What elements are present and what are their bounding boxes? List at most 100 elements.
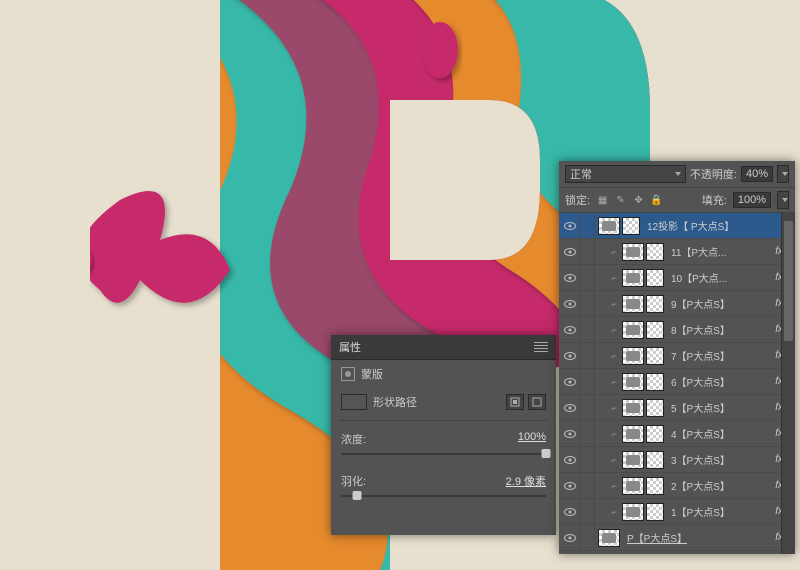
layer-name[interactable]: 6【P大点S】 [667, 374, 773, 389]
shape-thumbnail[interactable] [341, 394, 367, 410]
layer-thumbnail[interactable] [622, 295, 644, 313]
layer-thumbnail[interactable] [622, 425, 644, 443]
visibility-toggle[interactable] [559, 421, 581, 446]
layers-scrollbar[interactable] [781, 213, 795, 554]
visibility-toggle[interactable] [559, 525, 581, 550]
layer-thumbnail[interactable] [622, 347, 644, 365]
visibility-toggle[interactable] [559, 239, 581, 264]
mask-thumbnail[interactable] [646, 399, 664, 417]
mask-thumbnail[interactable] [646, 477, 664, 495]
opacity-dropdown-arrow[interactable] [777, 165, 789, 183]
layer-row[interactable]: ⌐1【P大点S】fx [559, 499, 795, 525]
visibility-toggle[interactable] [559, 317, 581, 342]
layer-name[interactable]: 9【P大点S】 [667, 296, 773, 311]
link-column [581, 447, 595, 472]
mask-thumbnail[interactable] [646, 243, 664, 261]
layer-row[interactable]: ⌐10【P大点...fx [559, 265, 795, 291]
layer-row[interactable]: ⌐2【P大点S】fx [559, 473, 795, 499]
layer-row[interactable]: P【P大点S】fx [559, 525, 795, 551]
layer-thumbnail[interactable] [622, 503, 644, 521]
clip-indicator-icon: ⌐ [609, 247, 619, 257]
panel-menu-icon[interactable] [534, 342, 548, 352]
properties-tab[interactable]: 属性 [339, 339, 361, 355]
clip-indicator-icon: ⌐ [609, 403, 619, 413]
mask-thumbnail[interactable] [646, 321, 664, 339]
layer-row[interactable]: ⌐9【P大点S】fx [559, 291, 795, 317]
layer-name[interactable]: 12投影【 P大点S】 [643, 218, 791, 233]
visibility-toggle[interactable] [559, 473, 581, 498]
layer-thumbnails [595, 217, 643, 235]
layer-name[interactable]: 2【P大点S】 [667, 478, 773, 493]
layer-thumbnail[interactable] [622, 477, 644, 495]
link-column [581, 291, 595, 316]
visibility-toggle[interactable] [559, 447, 581, 472]
blend-mode-dropdown[interactable]: 正常 [565, 165, 686, 183]
mask-thumbnail[interactable] [646, 295, 664, 313]
layer-thumbnail[interactable] [622, 451, 644, 469]
layer-thumbnails [619, 321, 667, 339]
clip-indicator-icon: ⌐ [609, 481, 619, 491]
lock-all-icon[interactable]: 🔒 [650, 194, 663, 207]
lock-pixels-icon[interactable]: ✎ [614, 194, 627, 207]
visibility-toggle[interactable] [559, 369, 581, 394]
eye-icon [564, 326, 576, 334]
layer-row[interactable]: ⌐7【P大点S】fx [559, 343, 795, 369]
mask-icon [341, 367, 355, 381]
mask-thumbnail[interactable] [646, 373, 664, 391]
layer-row[interactable]: ⌐8【P大点S】fx [559, 317, 795, 343]
density-slider[interactable] [341, 453, 546, 455]
clip-indicator-icon: ⌐ [609, 351, 619, 361]
mask-thumbnail[interactable] [622, 217, 640, 235]
eye-icon [564, 456, 576, 464]
opacity-value[interactable]: 40% [741, 166, 773, 182]
lock-position-icon[interactable]: ✥ [632, 194, 645, 207]
mask-thumbnail[interactable] [646, 269, 664, 287]
layer-thumbnail[interactable] [598, 217, 620, 235]
visibility-toggle[interactable] [559, 499, 581, 524]
fill-dropdown-arrow[interactable] [777, 191, 789, 209]
mask-thumbnail[interactable] [646, 503, 664, 521]
layer-row[interactable]: ⌐3【P大点S】fx [559, 447, 795, 473]
layer-thumbnail[interactable] [598, 529, 620, 547]
mask-thumbnail[interactable] [646, 425, 664, 443]
mask-thumbnail[interactable] [646, 347, 664, 365]
scrollbar-thumb[interactable] [784, 221, 793, 341]
layer-name[interactable]: 3【P大点S】 [667, 452, 773, 467]
link-column [581, 369, 595, 394]
visibility-toggle[interactable] [559, 265, 581, 290]
layer-thumbnails [619, 451, 667, 469]
layer-name[interactable]: P【P大点S】 [623, 530, 773, 545]
layer-name[interactable]: 11【P大点... [667, 244, 773, 259]
layer-thumbnail[interactable] [622, 321, 644, 339]
lock-transparency-icon[interactable]: ▦ [596, 194, 609, 207]
layer-name[interactable]: 4【P大点S】 [667, 426, 773, 441]
layer-row[interactable]: ⌐6【P大点S】fx [559, 369, 795, 395]
select-path-button[interactable] [506, 394, 524, 410]
fill-value[interactable]: 100% [733, 192, 771, 208]
layer-row[interactable]: ⌐4【P大点S】fx [559, 421, 795, 447]
visibility-toggle[interactable] [559, 395, 581, 420]
feather-value[interactable]: 2.9 像素 [506, 473, 546, 489]
link-column [581, 525, 595, 550]
layer-thumbnail[interactable] [622, 373, 644, 391]
layer-thumbnail[interactable] [622, 269, 644, 287]
layer-name[interactable]: 8【P大点S】 [667, 322, 773, 337]
layer-thumbnail[interactable] [622, 243, 644, 261]
layer-row[interactable]: ⌐5【P大点S】fx [559, 395, 795, 421]
layer-name[interactable]: 1【P大点S】 [667, 504, 773, 519]
visibility-toggle[interactable] [559, 213, 581, 238]
edit-path-button[interactable] [528, 394, 546, 410]
feather-slider[interactable] [341, 495, 546, 497]
layer-name[interactable]: 5【P大点S】 [667, 400, 773, 415]
density-value[interactable]: 100% [518, 431, 546, 447]
clip-indicator-icon: ⌐ [609, 429, 619, 439]
mask-thumbnail[interactable] [646, 451, 664, 469]
visibility-toggle[interactable] [559, 343, 581, 368]
layer-row[interactable]: ⌐11【P大点...fx [559, 239, 795, 265]
layer-row[interactable]: 12投影【 P大点S】 [559, 213, 795, 239]
blend-opacity-row: 正常 不透明度: 40% [559, 161, 795, 188]
layer-name[interactable]: 7【P大点S】 [667, 348, 773, 363]
layer-name[interactable]: 10【P大点... [667, 270, 773, 285]
visibility-toggle[interactable] [559, 291, 581, 316]
layer-thumbnail[interactable] [622, 399, 644, 417]
